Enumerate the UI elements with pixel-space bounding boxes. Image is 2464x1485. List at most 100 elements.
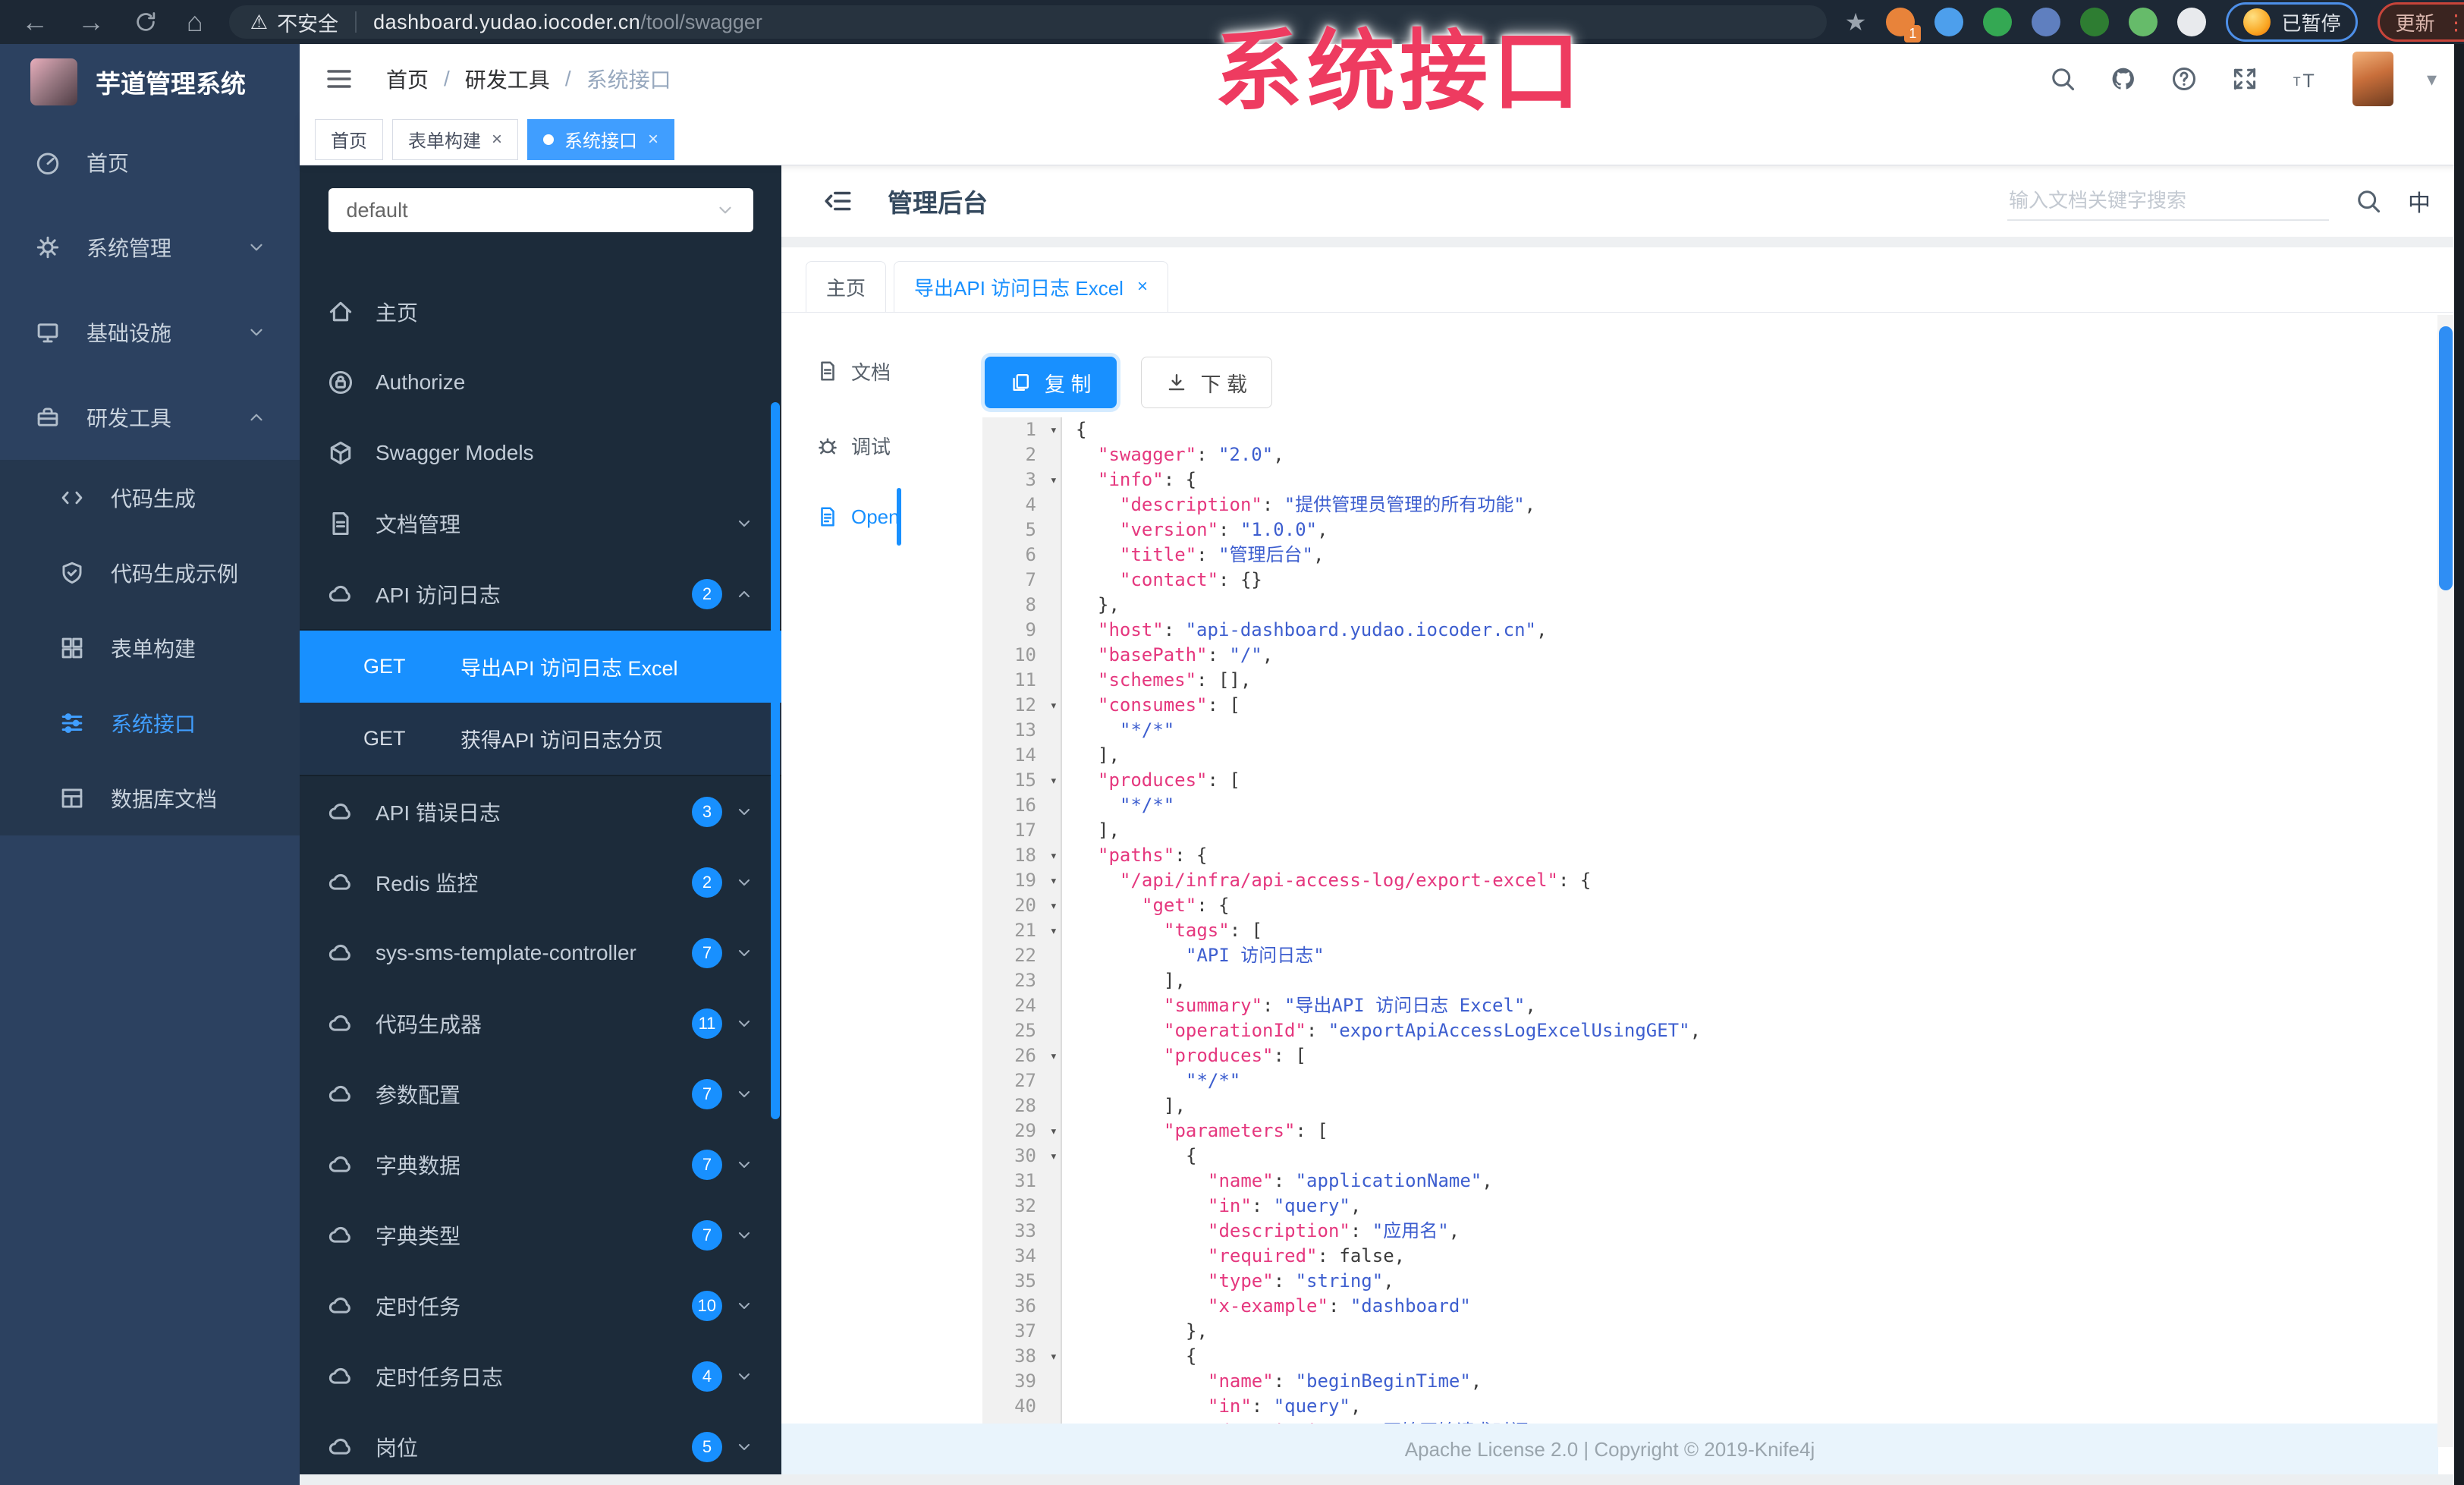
api-menu-item[interactable]: 文档管理 xyxy=(300,488,781,558)
breadcrumb-item[interactable]: 研发工具 xyxy=(465,64,550,94)
language-toggle[interactable]: 中 xyxy=(2408,184,2431,218)
code-line: 34 "required": false, xyxy=(982,1244,2458,1269)
api-menu-item[interactable]: Redis 监控 2 xyxy=(300,847,781,917)
page-scrollbar-thumb[interactable] xyxy=(2439,326,2453,590)
api-menu-item[interactable]: 主页 xyxy=(300,276,781,347)
code-editor[interactable]: 1 ▾{2 "swagger": "2.0", 3 ▾ "info": {4 "descri… xyxy=(982,417,2458,1424)
code-line: 14], xyxy=(982,743,2458,768)
fold-icon[interactable]: ▾ xyxy=(1050,894,1058,919)
app-logo-row[interactable]: 芋道管理系统 xyxy=(0,44,300,120)
fold-icon[interactable]: ▾ xyxy=(1050,1119,1058,1144)
doc-side-tab[interactable]: 调试 xyxy=(781,422,891,469)
api-menu-item[interactable]: API 访问日志 2 xyxy=(300,558,781,629)
extension-blue-grid-icon[interactable] xyxy=(2032,8,2061,36)
browser-reload-icon[interactable] xyxy=(134,10,158,34)
api-menu-item[interactable]: 定时任务日志 4 xyxy=(300,1341,781,1411)
browser-forward-icon[interactable]: → xyxy=(77,6,105,38)
extension-ghost-icon[interactable] xyxy=(2177,8,2207,36)
user-menu-caret-icon[interactable]: ▾ xyxy=(2427,68,2437,91)
api-operation-item[interactable]: GET 获得API 访问日志分页 xyxy=(300,703,781,775)
hamburger-icon[interactable] xyxy=(324,64,354,94)
sidebar-item[interactable]: 数据库文档 xyxy=(0,760,300,835)
fold-icon[interactable]: ▾ xyxy=(1050,919,1058,944)
api-menu-item[interactable]: 字典数据 7 xyxy=(300,1129,781,1200)
fold-icon[interactable]: ▾ xyxy=(1050,694,1058,719)
cloud-icon xyxy=(327,1222,354,1249)
security-label[interactable]: 不安全 xyxy=(277,8,338,37)
fold-icon[interactable]: ▾ xyxy=(1050,844,1058,869)
header-divider xyxy=(781,237,2464,247)
db-icon xyxy=(59,785,85,811)
doc-search-input[interactable] xyxy=(2007,181,2329,221)
api-menu-item[interactable]: 字典类型 7 xyxy=(300,1200,781,1270)
api-group-select[interactable]: default xyxy=(328,188,753,232)
font-size-icon[interactable]: TT xyxy=(2292,65,2319,93)
extension-blue-drop-icon[interactable] xyxy=(1934,8,1964,36)
extension-dev-green-icon[interactable] xyxy=(2080,8,2110,36)
api-operation-item[interactable]: GET 导出API 访问日志 Excel xyxy=(300,631,781,703)
api-menu-item[interactable]: API 错误日志 3 xyxy=(300,776,781,847)
sidebar-scrollbar-thumb[interactable] xyxy=(771,402,780,1119)
github-icon[interactable] xyxy=(2110,65,2137,93)
browser-menu-icon[interactable]: ⋮ xyxy=(2445,10,2464,35)
sidebar-item[interactable]: 代码生成示例 xyxy=(0,535,300,610)
bookmark-star-icon[interactable]: ★ xyxy=(1845,8,1867,36)
sidebar-item[interactable]: 系统接口 xyxy=(0,685,300,760)
close-icon[interactable]: × xyxy=(648,129,658,150)
copy-button[interactable]: 复 制 xyxy=(985,357,1117,408)
sidebar-item[interactable]: 研发工具 xyxy=(0,375,300,460)
api-menu-item[interactable]: 定时任务 10 xyxy=(300,1270,781,1341)
api-menu-item[interactable]: 代码生成器 11 xyxy=(300,988,781,1059)
doc-side-tab[interactable]: Open xyxy=(781,493,900,540)
collapse-sidebar-icon[interactable] xyxy=(822,185,854,217)
extension-green-shield-icon[interactable] xyxy=(1983,8,2013,36)
breadcrumb-item[interactable]: 首页 xyxy=(386,64,429,94)
sidebar-item[interactable]: 首页 xyxy=(0,120,300,205)
fold-icon[interactable]: ▾ xyxy=(1050,418,1058,443)
fold-icon[interactable]: ▾ xyxy=(1050,1144,1058,1169)
fullscreen-icon[interactable] xyxy=(2231,65,2258,93)
sidebar-item[interactable]: 基础设施 xyxy=(0,290,300,375)
fold-icon[interactable]: ▾ xyxy=(1050,468,1058,493)
doc-side-tab[interactable]: 文档 xyxy=(781,348,891,395)
code-line: 40 "in": "query", xyxy=(982,1394,2458,1419)
sidebar-item[interactable]: 代码生成 xyxy=(0,460,300,535)
paused-label: 已暂停 xyxy=(2281,11,2341,35)
document-tabs: 主页 导出API 访问日志 Excel × xyxy=(781,247,2464,313)
extension-leaf-icon[interactable] xyxy=(2129,8,2158,36)
view-tab[interactable]: 系统接口 × xyxy=(527,118,675,160)
line-number: 2 xyxy=(982,442,1062,467)
update-browser-pill[interactable]: 更新 ⋮ xyxy=(2378,2,2464,42)
document-tab[interactable]: 导出API 访问日志 Excel × xyxy=(894,261,1168,312)
api-menu-item[interactable]: sys-sms-template-controller 7 xyxy=(300,917,781,988)
api-menu-label: 代码生成器 xyxy=(376,1012,482,1037)
sidebar-item-label: 代码生成 xyxy=(111,486,196,511)
sidebar-item[interactable]: 表单构建 xyxy=(0,610,300,685)
api-menu-item[interactable]: Swagger Models xyxy=(300,417,781,488)
sidebar-item[interactable]: 系统管理 xyxy=(0,205,300,290)
fold-icon[interactable]: ▾ xyxy=(1050,869,1058,894)
fold-icon[interactable]: ▾ xyxy=(1050,1345,1058,1370)
browser-back-icon[interactable]: ← xyxy=(21,6,49,38)
header-search-icon[interactable] xyxy=(2049,65,2076,93)
api-menu-item[interactable]: 参数配置 7 xyxy=(300,1059,781,1129)
paused-extension-pill[interactable]: 已暂停 xyxy=(2226,2,2359,42)
api-menu-item[interactable]: 岗位 5 xyxy=(300,1411,781,1474)
view-tab-label: 系统接口 xyxy=(564,131,638,152)
fold-icon[interactable]: ▾ xyxy=(1050,769,1058,794)
doc-search-icon[interactable] xyxy=(2355,187,2382,215)
help-icon[interactable] xyxy=(2170,65,2198,93)
view-tab[interactable]: 首页 xyxy=(315,118,383,160)
close-icon[interactable]: × xyxy=(492,129,502,150)
download-button[interactable]: 下 载 xyxy=(1140,357,1273,408)
extension-orange-icon[interactable]: 1 xyxy=(1886,8,1922,42)
view-tab[interactable]: 表单构建 × xyxy=(392,118,519,160)
browser-home-icon[interactable]: ⌂ xyxy=(187,6,203,38)
address-bar[interactable]: ⚠ 不安全 dashboard.yudao.iocoder.cn /tool/s… xyxy=(228,5,1827,39)
document-tab[interactable]: 主页 xyxy=(806,261,887,312)
api-menu-item[interactable]: Authorize xyxy=(300,347,781,417)
browser-chrome: ← → ⌂ ⚠ 不安全 dashboard.yudao.iocoder.cn /… xyxy=(0,0,2464,44)
fold-icon[interactable]: ▾ xyxy=(1050,1044,1058,1069)
user-avatar[interactable] xyxy=(2352,52,2393,106)
close-icon[interactable]: × xyxy=(1137,276,1148,297)
